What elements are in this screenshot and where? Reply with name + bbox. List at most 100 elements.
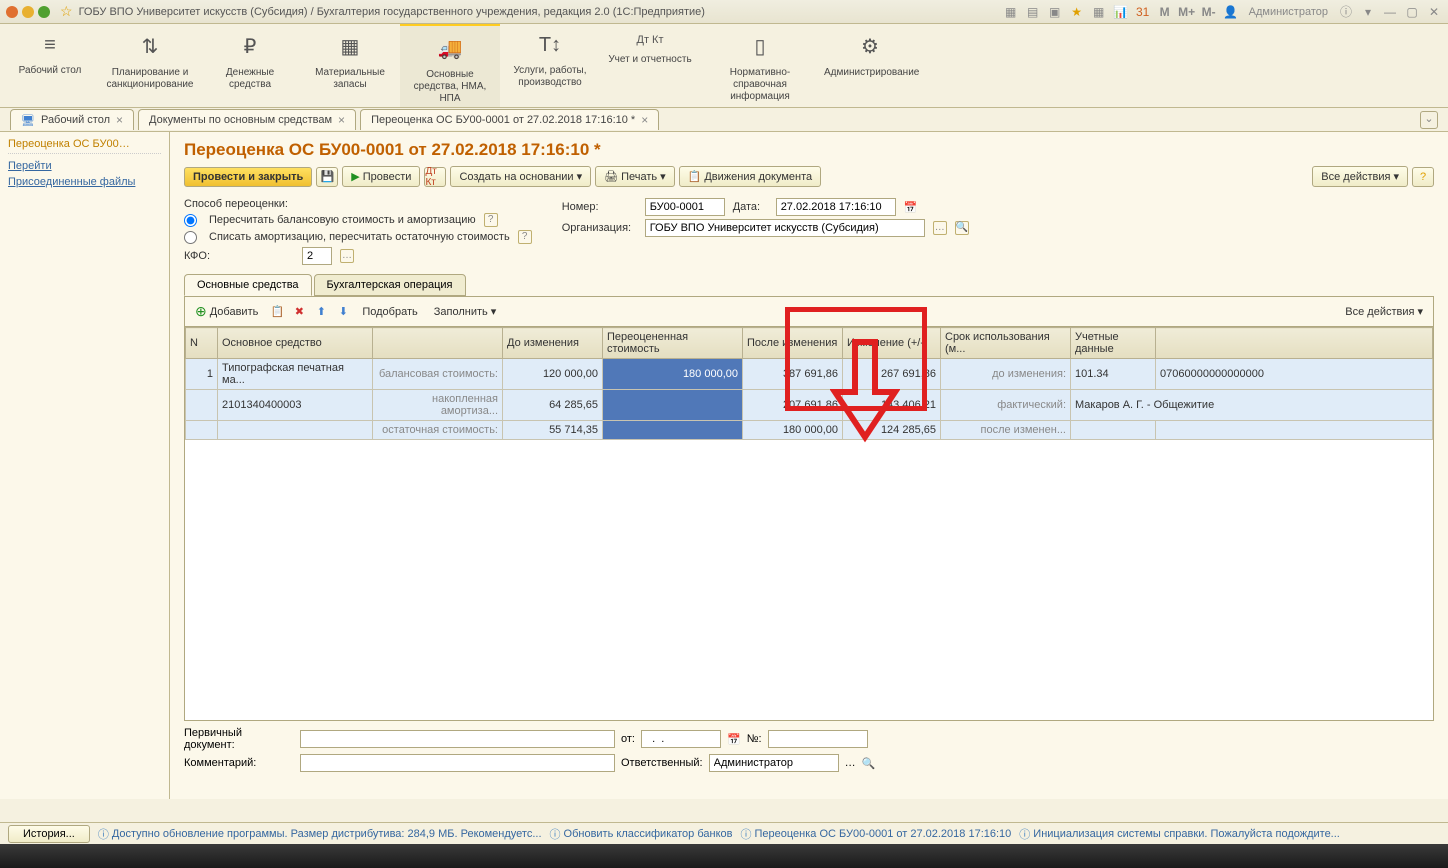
from-input[interactable] [641,730,721,748]
sys-min-icon[interactable] [22,6,34,18]
history-button[interactable]: История... [8,825,90,843]
document-title: Переоценка ОС БУ00-0001 от 27.02.2018 17… [184,140,1434,160]
radio-recalc[interactable] [184,214,197,227]
select-button[interactable]: Подобрать [356,304,423,320]
nav-desktop[interactable]: ≡Рабочий стол [0,24,100,107]
nav-services[interactable]: T↕Услуги, работы, производство [500,24,600,107]
minimize-icon[interactable]: — [1382,4,1398,20]
based-on-button[interactable]: Создать на основании ▾ [450,166,591,187]
mminus-button[interactable]: M- [1201,4,1217,20]
number-label: Номер: [562,201,637,213]
sidebar-title: Переоценка ОС БУ00… [8,138,161,154]
sidebar-link-files[interactable]: Присоединенные файлы [8,176,161,188]
nav-accounting[interactable]: Дт КтУчет и отчетность [600,24,700,107]
post-close-button[interactable]: Провести и закрыть [184,167,312,187]
nav-materials[interactable]: ▦Материальные запасы [300,24,400,107]
desktop-icon: 🖥 [21,114,35,127]
favorite-icon[interactable]: ☆ [60,3,73,20]
nav-admin[interactable]: ⚙Администрирование [820,24,920,107]
table-header: N Основное средство До изменения Переоце… [186,328,1433,359]
movements-button[interactable]: 📋 Движения документа [679,166,822,187]
nav-reference[interactable]: ▯Нормативно-справочная информация [700,24,820,107]
tool-icon[interactable]: ▤ [1025,4,1041,20]
add-button[interactable]: ⊕Добавить [189,301,264,322]
calendar-icon[interactable]: 31 [1135,4,1151,20]
search-icon[interactable]: 🔍 [862,757,876,770]
status-item[interactable]: ⓘДоступно обновление программы. Размер д… [98,826,542,842]
status-item[interactable]: ⓘИнициализация системы справки. Пожалуйс… [1019,826,1340,842]
calendar-icon[interactable]: 📅 [904,201,918,214]
status-item[interactable]: ⓘОбновить классификатор банков [550,826,733,842]
select-icon[interactable]: … [845,757,856,769]
all-actions-button[interactable]: Все действия ▾ [1339,303,1429,320]
nav-planning[interactable]: ⇅Планирование и санкционирование [100,24,200,107]
sys-max-icon[interactable] [38,6,50,18]
down-icon[interactable]: ⬇ [334,303,352,321]
table-row[interactable]: остаточная стоимость: 55 714,35 180 000,… [186,421,1433,440]
m-button[interactable]: M [1157,4,1173,20]
maximize-icon[interactable]: ▢ [1404,4,1420,20]
table-row[interactable]: 2101340400003 накопленная амортиза... 64… [186,390,1433,421]
tool-icon[interactable]: ▦ [1091,4,1107,20]
ruble-icon: ₽ [204,34,296,59]
close-icon[interactable]: × [641,113,648,127]
print-button[interactable]: 🖨 Печать ▾ [595,166,675,187]
mplus-button[interactable]: M+ [1179,4,1195,20]
tab-documents[interactable]: Документы по основным средствам × [138,109,356,130]
nav-assets[interactable]: 🚚Основные средства, НМА, НПА [400,24,500,107]
select-icon[interactable]: … [933,221,947,235]
date-input[interactable] [776,198,896,216]
nav-money[interactable]: ₽Денежные средства [200,24,300,107]
app-title: ГОБУ ВПО Университет искусств (Субсидия)… [79,6,1003,18]
help-icon[interactable]: ? [518,230,532,244]
expand-icon[interactable]: ⌄ [1420,111,1438,129]
save-icon[interactable]: 💾 [316,167,338,187]
dtkt-icon[interactable]: Дт Кт [424,167,446,187]
close-icon[interactable]: × [338,113,345,127]
up-icon[interactable]: ⬆ [312,303,330,321]
tab-desktop[interactable]: 🖥 Рабочий стол × [10,109,134,130]
formtab-accounting[interactable]: Бухгалтерская операция [314,274,466,296]
org-label: Организация: [562,222,637,234]
org-input[interactable] [645,219,925,237]
table-row[interactable]: 1 Типографская печатная ма... балансовая… [186,359,1433,390]
close-icon[interactable]: ✕ [1426,4,1442,20]
post-button[interactable]: ▶Провести [342,166,420,187]
info-icon[interactable]: ⓘ [1338,4,1354,20]
info-icon: ⓘ [740,826,751,842]
status-item[interactable]: ⓘПереоценка ОС БУ00-0001 от 27.02.2018 1… [740,826,1011,842]
select-icon[interactable]: … [340,249,354,263]
table: N Основное средство До изменения Переоце… [184,326,1434,721]
info-icon: ⓘ [1019,826,1030,842]
tool-icon[interactable]: ▣ [1047,4,1063,20]
user-name: Администратор [1249,6,1328,18]
dropdown-icon[interactable]: ▾ [1360,4,1376,20]
resp-input[interactable] [709,754,839,772]
comment-input[interactable] [300,754,615,772]
all-actions-button[interactable]: Все действия ▾ [1312,166,1408,187]
text-icon: T↕ [504,34,596,57]
tool-icon[interactable]: ▦ [1003,4,1019,20]
delete-icon[interactable]: ✖ [290,303,308,321]
dtkt-icon: Дт Кт [604,34,696,46]
close-icon[interactable]: × [116,113,123,127]
radio-writeoff[interactable] [184,231,197,244]
tab-revaluation[interactable]: Переоценка ОС БУ00-0001 от 27.02.2018 17… [360,109,659,130]
star-icon[interactable]: ★ [1069,4,1085,20]
help-icon[interactable]: ? [1412,167,1434,187]
sys-close-icon[interactable] [6,6,18,18]
pdoc-input[interactable] [300,730,615,748]
copy-icon[interactable]: 📋 [268,303,286,321]
help-icon[interactable]: ? [484,213,498,227]
titlebar: ☆ ГОБУ ВПО Университет искусств (Субсиди… [0,0,1448,24]
calc-icon[interactable]: 📊 [1113,4,1129,20]
search-icon[interactable]: 🔍 [955,221,969,235]
number-input[interactable] [645,198,725,216]
fill-button[interactable]: Заполнить ▾ [428,303,503,320]
no-input[interactable] [768,730,868,748]
sidebar-link-goto[interactable]: Перейти [8,160,161,172]
kfo-input[interactable] [302,247,332,265]
calendar-icon[interactable]: 📅 [727,733,741,746]
formtab-assets[interactable]: Основные средства [184,274,312,296]
gear-icon: ⚙ [824,34,916,59]
